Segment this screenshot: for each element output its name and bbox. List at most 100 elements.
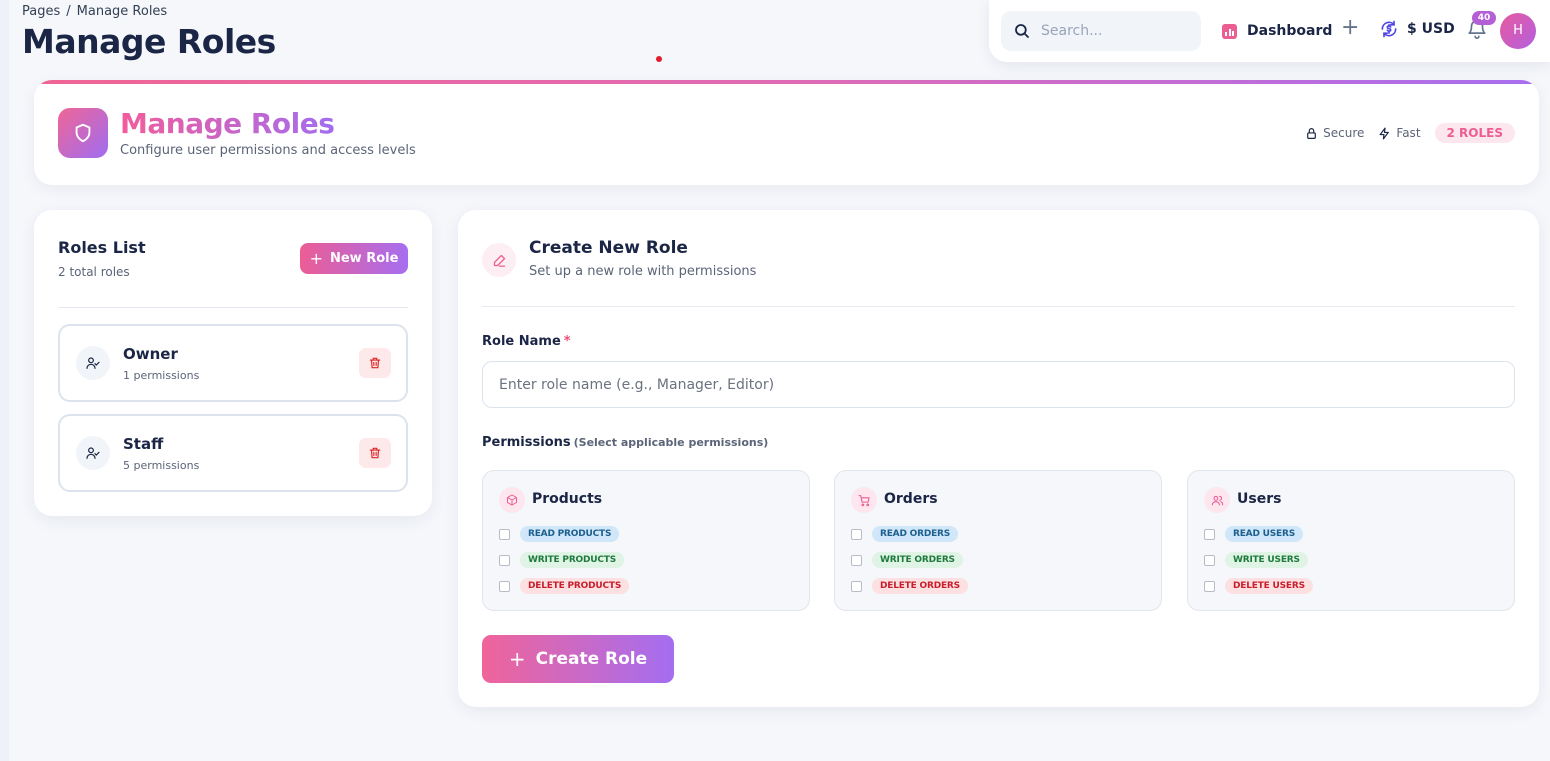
permission-tag: DELETE ORDERS — [872, 578, 968, 594]
hero-gradient-bar — [34, 80, 1539, 84]
dashboard-link[interactable]: Dashboard — [1222, 20, 1332, 42]
edit-icon — [482, 243, 516, 277]
permission-option[interactable]: WRITE PRODUCTS — [499, 552, 625, 568]
roles-list-card: Roles List 2 total roles + New Role Owne… — [34, 210, 432, 516]
permission-checkbox[interactable] — [1204, 580, 1215, 592]
permission-checkbox[interactable] — [1204, 554, 1215, 566]
box-icon — [499, 487, 525, 513]
users-icon — [1204, 487, 1230, 513]
breadcrumb-current: Manage Roles — [76, 4, 168, 19]
delete-role-button[interactable] — [359, 438, 391, 468]
page-title: Manage Roles — [22, 22, 276, 61]
create-role-button[interactable]: + Create Role — [482, 635, 674, 683]
left-edge-strip — [0, 0, 9, 761]
role-name-input[interactable] — [482, 361, 1515, 408]
delete-role-button[interactable] — [359, 348, 391, 378]
plus-icon: + — [309, 249, 323, 268]
permission-option[interactable]: DELETE USERS — [1204, 578, 1313, 594]
breadcrumb: Pages / Manage Roles — [22, 4, 167, 19]
permission-option[interactable]: READ ORDERS — [851, 526, 959, 542]
dashboard-icon — [1222, 23, 1237, 39]
hero-title: Manage Roles — [120, 107, 335, 140]
role-name-label: Role Name * — [482, 334, 571, 349]
new-role-label: New Role — [329, 251, 399, 266]
shield-icon-tile — [58, 108, 108, 158]
search-icon — [1015, 24, 1029, 38]
plus-icon: + — [508, 647, 526, 671]
group-name: Orders — [884, 491, 938, 507]
secure-label: Secure — [1323, 126, 1365, 140]
role-permission-count: 5 permissions — [123, 459, 200, 472]
roles-list-title: Roles List — [58, 238, 146, 257]
permission-checkbox[interactable] — [499, 580, 510, 592]
permission-checkbox[interactable] — [499, 528, 510, 540]
trash-icon — [369, 447, 381, 459]
permission-group-users: Users READ USERS WRITE USERS DELETE USER… — [1187, 470, 1515, 611]
role-permission-count: 1 permissions — [123, 369, 200, 382]
trash-icon — [369, 357, 381, 369]
permission-tag: WRITE USERS — [1225, 552, 1308, 568]
lock-icon — [1307, 127, 1317, 139]
breadcrumb-root[interactable]: Pages — [22, 4, 60, 19]
search-box — [1001, 11, 1201, 51]
required-mark: * — [563, 334, 571, 349]
permission-tag: WRITE ORDERS — [872, 552, 963, 568]
role-name: Staff — [123, 435, 164, 453]
permission-group-orders: Orders READ ORDERS WRITE ORDERS DELETE O… — [834, 470, 1162, 611]
hero-meta: Secure Fast 2 ROLES — [1305, 123, 1515, 143]
permission-tag: WRITE PRODUCTS — [520, 552, 625, 568]
indicator-dot — [656, 56, 662, 62]
role-name-label-text: Role Name — [482, 334, 561, 349]
permission-option[interactable]: WRITE USERS — [1204, 552, 1308, 568]
secure-indicator: Secure — [1305, 126, 1364, 140]
permissions-label-text: Permissions — [482, 435, 571, 450]
role-name: Owner — [123, 345, 178, 363]
create-role-label: Create Role — [535, 649, 648, 669]
group-name: Users — [1237, 491, 1282, 507]
user-check-icon — [76, 436, 110, 470]
permission-checkbox[interactable] — [851, 580, 862, 592]
currency-label: $ USD — [1407, 21, 1455, 37]
role-item-staff[interactable]: Staff 5 permissions — [58, 414, 408, 492]
cart-icon — [851, 487, 877, 513]
permission-option[interactable]: READ PRODUCTS — [499, 526, 620, 542]
lightning-icon — [1379, 126, 1390, 140]
create-role-card: Create New Role Set up a new role with p… — [458, 210, 1539, 707]
permission-option[interactable]: DELETE PRODUCTS — [499, 578, 630, 594]
breadcrumb-separator: / — [66, 4, 71, 19]
permission-checkbox[interactable] — [851, 554, 862, 566]
add-icon[interactable]: + — [1341, 17, 1359, 39]
shield-icon — [75, 123, 91, 143]
permission-checkbox[interactable] — [1204, 528, 1215, 540]
permission-group-products: Products READ PRODUCTS WRITE PRODUCTS DE… — [482, 470, 810, 611]
currency-selector[interactable]: $ USD — [1379, 19, 1455, 39]
new-role-button[interactable]: + New Role — [300, 243, 408, 274]
dashboard-label: Dashboard — [1247, 23, 1333, 39]
create-role-subtitle: Set up a new role with permissions — [529, 264, 757, 279]
group-name: Products — [532, 491, 603, 507]
permissions-hint: (Select applicable permissions) — [573, 436, 769, 449]
create-role-title: Create New Role — [529, 238, 688, 258]
notification-badge: 40 — [1472, 11, 1496, 25]
user-check-icon — [76, 346, 110, 380]
permission-checkbox[interactable] — [499, 554, 510, 566]
permission-option[interactable]: DELETE ORDERS — [851, 578, 968, 594]
fast-indicator: Fast — [1378, 126, 1421, 140]
avatar[interactable]: H — [1500, 13, 1536, 49]
divider — [482, 306, 1515, 307]
role-item-owner[interactable]: Owner 1 permissions — [58, 324, 408, 402]
permission-checkbox[interactable] — [851, 528, 862, 540]
permission-tag: DELETE PRODUCTS — [520, 578, 630, 594]
permission-option[interactable]: WRITE ORDERS — [851, 552, 963, 568]
roles-count-badge: 2 ROLES — [1434, 123, 1515, 143]
permission-tag: READ ORDERS — [872, 526, 959, 542]
permissions-label: Permissions (Select applicable permission… — [482, 435, 768, 450]
fast-label: Fast — [1396, 126, 1421, 140]
permission-option[interactable]: READ USERS — [1204, 526, 1303, 542]
hero-subtitle: Configure user permissions and access le… — [120, 143, 416, 158]
search-input[interactable] — [1041, 11, 1191, 51]
currency-exchange-icon — [1381, 20, 1397, 38]
divider — [58, 307, 408, 308]
permission-tag: DELETE USERS — [1225, 578, 1313, 594]
hero-card: Manage Roles Configure user permissions … — [34, 80, 1539, 185]
